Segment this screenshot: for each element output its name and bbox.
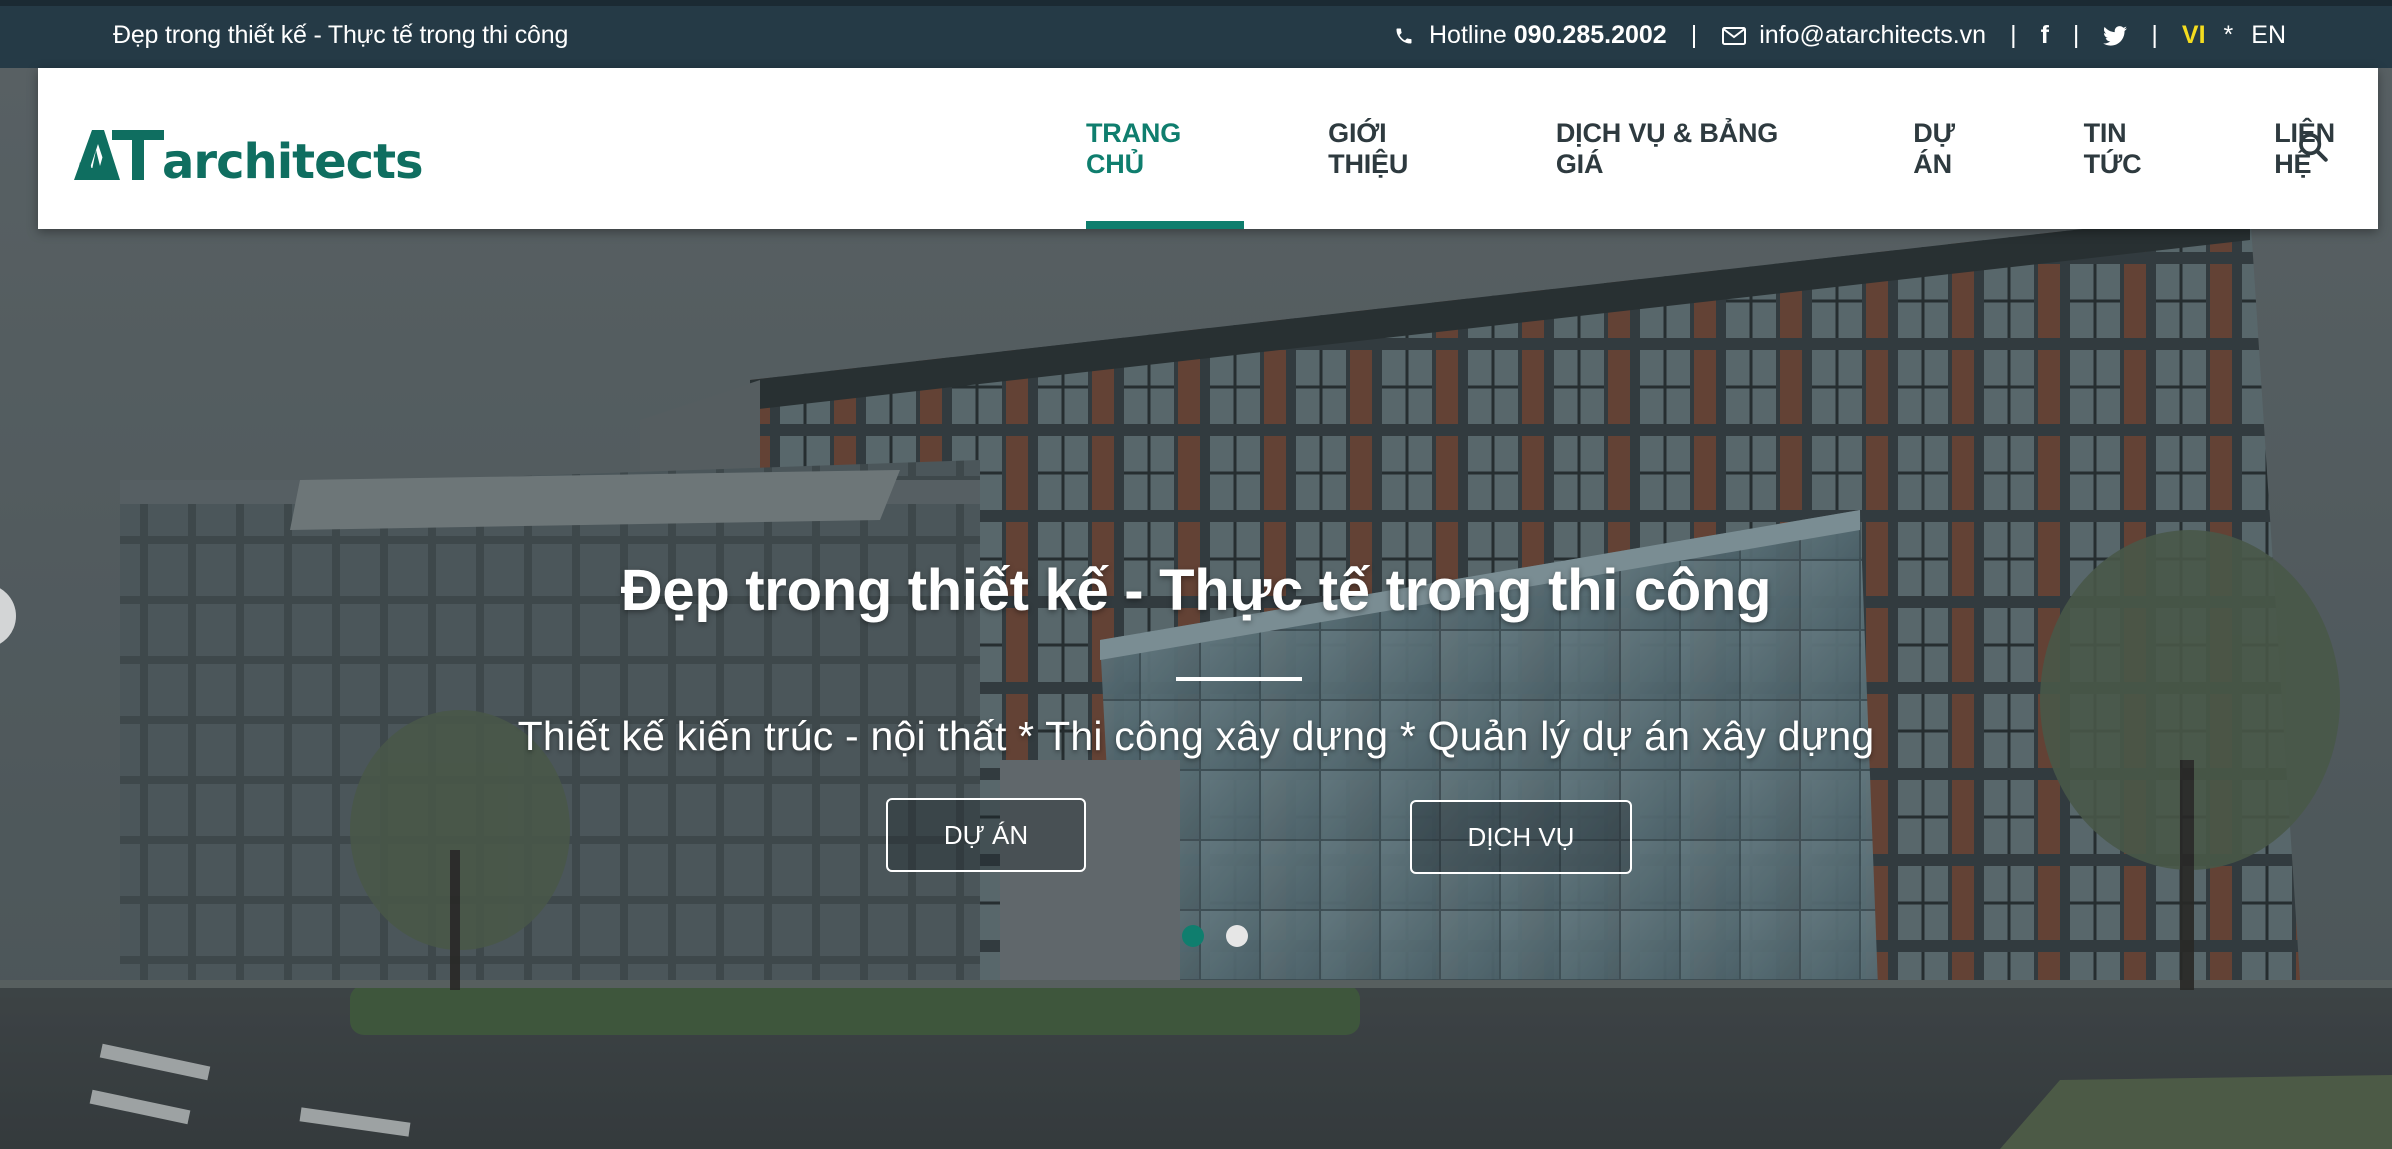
phone-icon [1391, 23, 1417, 49]
hotline-number: 090.285.2002 [1513, 21, 1667, 49]
separator: | [2010, 21, 2017, 49]
separator: | [2072, 21, 2080, 49]
email-link[interactable]: info@atarchitects.vn [1759, 21, 1986, 50]
slider-dot-2[interactable] [1226, 925, 1248, 947]
separator: | [1690, 21, 1698, 49]
lang-separator: * [2223, 21, 2234, 49]
main-header: architects TRANG CHỦ GIỚI THIỆU DỊCH VỤ … [38, 68, 2378, 229]
hotline[interactable]: Hotline 090.285.2002 [1429, 21, 1667, 50]
projects-button[interactable]: DỰ ÁN [886, 798, 1086, 872]
top-bar: Đẹp trong thiết kế - Thực tế trong thi c… [0, 0, 2392, 68]
search-icon[interactable] [2296, 130, 2330, 164]
facebook-icon[interactable]: f [2041, 21, 2049, 50]
nav-item-about[interactable]: GIỚI THIỆU [1328, 68, 1472, 229]
main-nav: TRANG CHỦ GIỚI THIỆU DỊCH VỤ & BẢNG GIÁ … [1086, 68, 2378, 229]
nav-item-news[interactable]: TIN TỨC [2084, 68, 2191, 229]
lang-vi-link[interactable]: VI [2182, 21, 2206, 50]
hero-title: Đẹp trong thiết kế - Thực tế trong thi c… [620, 558, 1772, 623]
separator: | [2151, 21, 2158, 49]
logo-text: architects [162, 134, 423, 184]
logo-mark-icon: architects [74, 130, 424, 190]
twitter-icon[interactable] [2103, 25, 2128, 46]
hero-divider [1176, 677, 1302, 681]
services-button[interactable]: DỊCH VỤ [1410, 800, 1632, 874]
nav-item-projects[interactable]: DỰ ÁN [1913, 68, 1999, 229]
site-logo[interactable]: architects [74, 120, 434, 190]
slider-dots [1182, 925, 1248, 947]
slider-dot-1[interactable] [1182, 925, 1204, 947]
nav-item-services-pricing[interactable]: DỊCH VỤ & BẢNG GIÁ [1556, 68, 1829, 229]
hero-subtitle: Thiết kế kiến trúc - nội thất * Thi công… [517, 713, 1875, 759]
mail-icon [1721, 23, 1747, 49]
lang-en-link[interactable]: EN [2251, 21, 2286, 50]
top-bar-slogan: Đẹp trong thiết kế - Thực tế trong thi c… [113, 21, 569, 49]
nav-item-home[interactable]: TRANG CHỦ [1086, 68, 1245, 229]
top-bar-contacts: Hotline 090.285.2002 | info@atarchitects… [1391, 21, 2286, 50]
hotline-label: Hotline [1429, 21, 1514, 49]
